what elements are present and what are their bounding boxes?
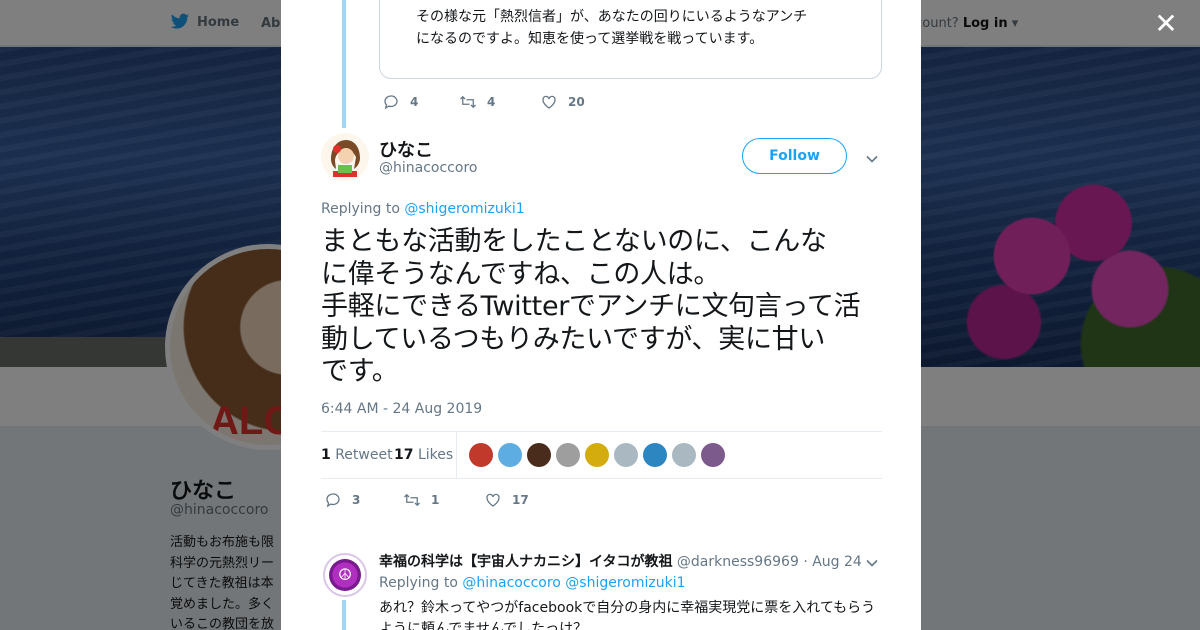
reply-icon: [326, 493, 340, 508]
liker-avatar[interactable]: [614, 443, 638, 467]
reply-count: 4: [410, 95, 419, 109]
liker-avatar[interactable]: [469, 443, 493, 467]
like-count: 17: [512, 493, 529, 507]
liker-avatar[interactable]: [556, 443, 580, 467]
tweet-author-name[interactable]: ひなこ: [379, 136, 433, 162]
liker-avatar[interactable]: [701, 443, 725, 467]
like-button[interactable]: 17: [484, 491, 529, 509]
liker-avatar[interactable]: [672, 443, 696, 467]
tweet-modal: その様な元「熱烈信者」が、あなたの回りにいるようなアンチになるのですよ。知恵を使…: [281, 0, 921, 630]
reply-text: あれ？鈴木ってやつがfacebookで自分の身内に幸福実現党に票を入れてもらうよ…: [379, 600, 876, 630]
tweet-actions: 3 1 17: [324, 491, 529, 509]
liker-avatar[interactable]: [527, 443, 551, 467]
mention-link[interactable]: @hinacoccoro: [462, 575, 560, 591]
retweet-button[interactable]: 4: [459, 93, 540, 111]
tweet-text-line: 手軽にできるTwitterでアンチに文句言って活: [321, 291, 861, 322]
tweet-text: まともな活動をしたことないのに、こんな に偉そうなんですね、この人は。 手軽にで…: [321, 226, 886, 389]
like-button[interactable]: 20: [540, 93, 585, 111]
reply-button[interactable]: 4: [382, 93, 459, 111]
retweet-icon: [460, 95, 476, 109]
tweet-text-line: まともな活動をしたことないのに、こんな: [321, 226, 827, 257]
reply-menu-button[interactable]: [866, 554, 878, 567]
tweet-author-avatar[interactable]: [321, 133, 369, 181]
chevron-down-icon: [866, 559, 878, 567]
reply-date[interactable]: · Aug 24: [803, 554, 862, 570]
chevron-down-icon: [866, 155, 878, 163]
reply-replying-to: Replying to @hinacoccoro @shigeromizuki1: [379, 575, 686, 591]
close-icon[interactable]: ✕: [1154, 10, 1178, 38]
retweet-count: 4: [487, 95, 496, 109]
likers-avatars: [469, 443, 725, 467]
girl-avatar-icon: [321, 133, 369, 181]
retweets-label: Retweet: [335, 447, 393, 463]
heart-icon: [486, 493, 500, 507]
likes-stat[interactable]: 17 Likes: [394, 447, 453, 463]
retweet-count: 1: [431, 493, 440, 507]
reply-count: 3: [352, 493, 361, 507]
tweet-author-handle[interactable]: @hinacoccoro: [379, 160, 477, 176]
reply-header: 幸福の科学は【宇宙人ナカニシ】イタコが教祖 @darkness96969 · A…: [379, 551, 862, 571]
stats-divider: [456, 432, 457, 478]
liker-avatar[interactable]: [585, 443, 609, 467]
tweet-stats: 1 Retweet 17 Likes: [321, 431, 882, 479]
tweet-text-line: に偉そうなんですね、この人は。: [321, 258, 721, 290]
reply-author-handle[interactable]: @darkness96969: [677, 554, 799, 570]
reply-author-avatar[interactable]: ☮: [323, 553, 367, 597]
like-count: 20: [568, 95, 585, 109]
follow-button[interactable]: Follow: [742, 138, 847, 174]
tweet-text-line: です。: [321, 356, 399, 387]
liker-avatar[interactable]: [498, 443, 522, 467]
thread-line: [342, 600, 346, 630]
heart-icon: [542, 95, 556, 109]
replying-to: Replying to @shigeromizuki1: [321, 201, 525, 217]
retweets-count: 1: [321, 447, 331, 463]
tweet-menu-button[interactable]: [866, 150, 878, 163]
tweet-timestamp[interactable]: 6:44 AM - 24 Aug 2019: [321, 401, 482, 417]
liker-avatar[interactable]: [643, 443, 667, 467]
replying-prefix: Replying to: [379, 575, 458, 591]
reply-author-name[interactable]: 幸福の科学は【宇宙人ナカニシ】イタコが教祖: [379, 554, 672, 570]
likes-count: 17: [394, 447, 414, 463]
reply-button[interactable]: 3: [324, 491, 403, 509]
retweets-stat[interactable]: 1 Retweet: [321, 447, 393, 463]
replying-prefix: Replying to: [321, 201, 400, 217]
reply-icon: [384, 95, 398, 110]
thread-line: [342, 0, 346, 128]
tweet-text-line: 動しているつもりみたいですが、実に甘い: [321, 323, 826, 355]
likes-label: Likes: [417, 447, 454, 463]
retweet-button[interactable]: 1: [403, 491, 484, 509]
quoted-tweet-text: その様な元「熱烈信者」が、あなたの回りにいるようなアンチになるのですよ。知恵を使…: [416, 9, 808, 47]
quoted-tweet-card[interactable]: その様な元「熱烈信者」が、あなたの回りにいるようなアンチになるのですよ。知恵を使…: [379, 0, 882, 79]
peace-icon: ☮: [329, 559, 361, 591]
prev-tweet-actions: 4 4 20: [382, 93, 585, 111]
retweet-icon: [404, 493, 420, 507]
mention-link[interactable]: @shigeromizuki1: [404, 201, 524, 217]
mention-link[interactable]: @shigeromizuki1: [565, 575, 685, 591]
